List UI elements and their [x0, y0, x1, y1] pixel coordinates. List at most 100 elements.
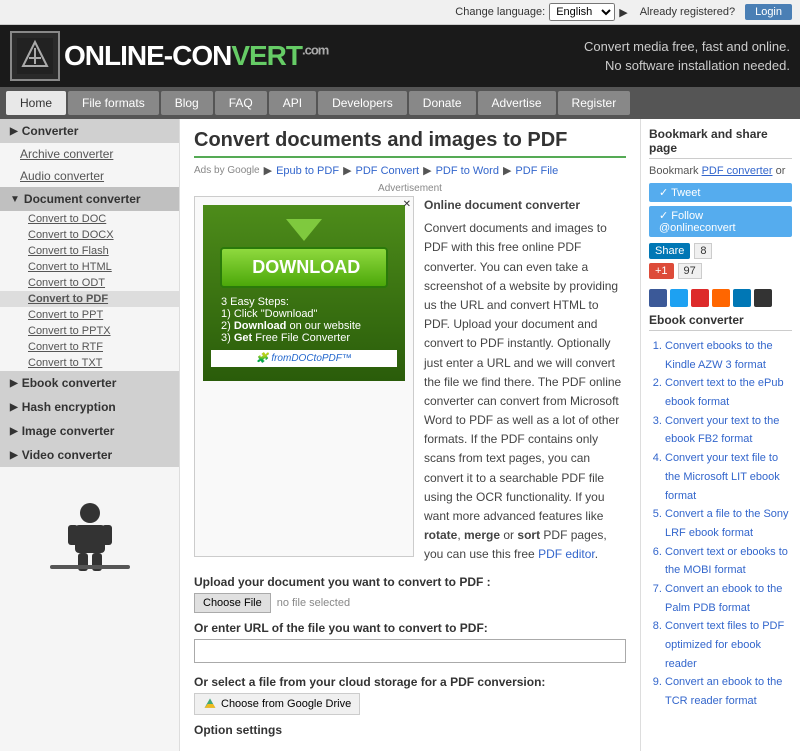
- breadcrumb: Ads by Google ▶ Epub to PDF ▶ PDF Conver…: [194, 164, 626, 177]
- sidebar-video-label: Video converter: [22, 448, 112, 462]
- nav-faq[interactable]: FAQ: [215, 91, 267, 115]
- ebook-item-8[interactable]: Convert text files to PDF optimized for …: [665, 617, 792, 673]
- breadcrumb-pdftoword[interactable]: PDF to Word: [436, 165, 499, 177]
- sidebar-hash-arrow-icon: ▶: [10, 402, 18, 413]
- google-drive-button[interactable]: Choose from Google Drive: [194, 693, 360, 715]
- sidebar-arrow-icon: ▶: [10, 126, 18, 137]
- sidebar-video-arrow-icon: ▶: [10, 450, 18, 461]
- change-language-label: Change language:: [455, 6, 545, 18]
- sidebar-convert-odt[interactable]: Convert to ODT: [0, 275, 179, 291]
- sidebar-document-converter[interactable]: ▼ Document converter: [0, 187, 179, 211]
- upload-section: Upload your document you want to convert…: [194, 575, 626, 737]
- ebook-item-6[interactable]: Convert text or ebooks to the MOBI forma…: [665, 543, 792, 580]
- ad-box: DOWNLOAD 3 Easy Steps: 1) Click "Downloa…: [194, 196, 414, 557]
- social-icons-row: [649, 289, 792, 307]
- follow-button[interactable]: ✓ Follow @onlineconvert: [649, 206, 792, 237]
- nav-developers[interactable]: Developers: [318, 91, 407, 115]
- sidebar-item-archive-converter[interactable]: Archive converter: [0, 143, 179, 165]
- ebook-item-2[interactable]: Convert text to the ePub ebook format: [665, 374, 792, 411]
- logo-text-part1: ONLINE-CON: [64, 40, 231, 71]
- ads-label: Ads by Google: [194, 165, 260, 176]
- share-button[interactable]: Share: [649, 243, 690, 259]
- gplus-button[interactable]: +1: [649, 263, 674, 279]
- option-settings-label[interactable]: Option settings: [194, 723, 626, 737]
- already-registered-label: Already registered?: [640, 6, 735, 18]
- gdrive-label: Choose from Google Drive: [221, 698, 351, 710]
- sidebar-convert-rtf[interactable]: Convert to RTF: [0, 339, 179, 355]
- pdf-converter-link[interactable]: PDF converter: [702, 165, 773, 177]
- linkedin-icon[interactable]: [733, 289, 751, 307]
- ebook-item-1[interactable]: Convert ebooks to the Kindle AZW 3 forma…: [665, 337, 792, 374]
- nav-file-formats[interactable]: File formats: [68, 91, 159, 115]
- nav-advertise[interactable]: Advertise: [478, 91, 556, 115]
- pdf-editor-link[interactable]: PDF editor: [538, 547, 595, 561]
- nav-blog[interactable]: Blog: [161, 91, 213, 115]
- ebook-title: Ebook converter: [649, 313, 792, 331]
- choose-file-button[interactable]: Choose File: [194, 593, 271, 613]
- linkedin-row: Share 8: [649, 243, 792, 259]
- sidebar-item-audio-converter[interactable]: Audio converter: [0, 165, 179, 187]
- ebook-item-9[interactable]: Convert an ebook to the TCR reader forma…: [665, 673, 792, 710]
- nav-donate[interactable]: Donate: [409, 91, 476, 115]
- ebook-item-4[interactable]: Convert your text file to the Microsoft …: [665, 449, 792, 505]
- sidebar-convert-pptx[interactable]: Convert to PPTX: [0, 323, 179, 339]
- ebook-list: Convert ebooks to the Kindle AZW 3 forma…: [649, 337, 792, 711]
- tweet-button[interactable]: ✓ Tweet: [649, 183, 792, 202]
- url-input[interactable]: [194, 639, 626, 663]
- ebook-item-7[interactable]: Convert an ebook to the Palm PDB format: [665, 580, 792, 617]
- upload-label: Upload your document you want to convert…: [194, 575, 626, 589]
- sidebar-doc-label: Document converter: [24, 192, 141, 206]
- login-button[interactable]: Login: [745, 4, 792, 20]
- sidebar-convert-ppt[interactable]: Convert to PPT: [0, 307, 179, 323]
- gplus-row: +1 97: [649, 263, 792, 279]
- logo[interactable]: ONLINE-CONVERT.com: [10, 31, 328, 81]
- ad-footer: 🧩 fromDOCtoPDF™: [211, 350, 397, 367]
- sidebar-video-converter[interactable]: ▶ Video converter: [0, 443, 179, 467]
- sidebar-convert-flash[interactable]: Convert to Flash: [0, 243, 179, 259]
- sidebar-hash-encryption[interactable]: ▶ Hash encryption: [0, 395, 179, 419]
- reddit-icon[interactable]: [712, 289, 730, 307]
- bookmark-title: Bookmark and share page: [649, 127, 792, 159]
- ad-download-button[interactable]: DOWNLOAD: [220, 247, 387, 288]
- ebook-item-3[interactable]: Convert your text to the ebook FB2 forma…: [665, 412, 792, 449]
- breadcrumb-epub[interactable]: Epub to PDF: [276, 165, 339, 177]
- cloud-label: Or select a file from your cloud storage…: [194, 675, 626, 689]
- sidebar-ebook-arrow-icon: ▶: [10, 378, 18, 389]
- sidebar-convert-docx[interactable]: Convert to DOCX: [0, 227, 179, 243]
- facebook-icon[interactable]: [649, 289, 667, 307]
- more-icon[interactable]: [754, 289, 772, 307]
- share-count: 8: [694, 243, 712, 259]
- arrow-icon: ▶: [619, 6, 627, 19]
- top-bar: Change language: English French German S…: [0, 0, 800, 25]
- google-icon[interactable]: [691, 289, 709, 307]
- doc-description: Online document converter Convert docume…: [424, 196, 626, 565]
- sidebar: ▶ Converter Archive converter Audio conv…: [0, 119, 180, 751]
- cloud-row: Choose from Google Drive: [194, 693, 626, 715]
- twitter-icon[interactable]: [670, 289, 688, 307]
- sidebar-image-arrow-icon: ▶: [10, 426, 18, 437]
- sidebar-ebook-converter[interactable]: ▶ Ebook converter: [0, 371, 179, 395]
- breadcrumb-pdfconvert[interactable]: PDF Convert: [356, 165, 420, 177]
- main-layout: ▶ Converter Archive converter Audio conv…: [0, 119, 800, 751]
- sidebar-convert-html[interactable]: Convert to HTML: [0, 259, 179, 275]
- sidebar-convert-txt[interactable]: Convert to TXT: [0, 355, 179, 371]
- ad-close-icon[interactable]: ✕: [403, 199, 411, 210]
- ebook-item-5[interactable]: Convert a file to the Sony LRF ebook for…: [665, 505, 792, 542]
- nav-bar: Home File formats Blog FAQ API Developer…: [0, 87, 800, 119]
- sidebar-convert-doc[interactable]: Convert to DOC: [0, 211, 179, 227]
- sidebar-person-illustration: [40, 497, 140, 577]
- gplus-count: 97: [678, 263, 702, 279]
- ad-arrow-icon: [286, 219, 322, 241]
- breadcrumb-sep: ▶: [264, 164, 272, 177]
- nav-home[interactable]: Home: [6, 91, 66, 115]
- logo-text-highlight: VERT: [231, 40, 302, 71]
- sidebar-converter-title[interactable]: ▶ Converter: [0, 119, 179, 143]
- sidebar-convert-pdf[interactable]: Convert to PDF: [0, 291, 179, 307]
- language-select[interactable]: English French German Spanish: [549, 3, 615, 21]
- logo-svg: [17, 38, 53, 74]
- sidebar-image-converter[interactable]: ▶ Image converter: [0, 419, 179, 443]
- nav-api[interactable]: API: [269, 91, 316, 115]
- nav-register[interactable]: Register: [558, 91, 631, 115]
- upload-row: Choose File no file selected: [194, 593, 626, 613]
- breadcrumb-pdffile[interactable]: PDF File: [515, 165, 558, 177]
